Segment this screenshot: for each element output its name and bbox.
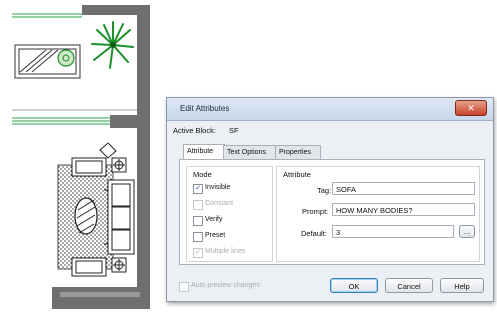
ok-button[interactable]: OK: [330, 278, 378, 293]
prompt-input[interactable]: HOW MANY BODIES?: [332, 203, 475, 216]
tab-properties[interactable]: Properties: [275, 145, 321, 159]
sofa-icon: [104, 179, 135, 255]
close-icon: ✕: [467, 103, 475, 113]
cancel-button[interactable]: Cancel: [385, 278, 433, 293]
active-block-label: Active Block:: [173, 126, 216, 135]
constant-label: Constant: [205, 200, 234, 207]
attribute-tab-panel: Mode ✓ Invisible Constant Verify Preset …: [179, 159, 485, 265]
default-label: Default:: [301, 229, 327, 238]
window-top: [12, 13, 82, 18]
lamp-icon: [57, 49, 75, 67]
active-block-value: SF: [229, 126, 239, 135]
verify-label: Verify: [205, 216, 223, 223]
close-button[interactable]: ✕: [455, 100, 487, 116]
auto-preview-label: Auto preview changes: [191, 282, 260, 289]
tab-text-options[interactable]: Text Options: [223, 145, 279, 159]
help-button[interactable]: Help: [440, 278, 484, 293]
edit-attributes-dialog: Edit Attributes ✕ Active Block: SF Attri…: [166, 97, 494, 302]
mode-group-title: Mode: [193, 170, 212, 179]
auto-preview-checkbox[interactable]: [179, 282, 189, 292]
invisible-label: Invisible: [205, 184, 231, 191]
multiple-lines-checkbox[interactable]: ✓: [193, 248, 203, 258]
tag-label: Tag:: [317, 186, 332, 195]
wall-bottom: [52, 287, 150, 309]
window-left: [12, 117, 110, 125]
title-bar[interactable]: Edit Attributes ✕: [167, 98, 493, 121]
tag-input[interactable]: SOFA: [332, 182, 475, 195]
tab-attribute[interactable]: Attribute: [183, 144, 225, 160]
wall-bottom-inner: [60, 292, 140, 297]
insert-field-button[interactable]: ...: [459, 225, 475, 238]
mode-group: Mode ✓ Invisible Constant Verify Preset …: [186, 166, 273, 262]
wall-mid: [110, 115, 140, 128]
wall-right: [137, 5, 150, 287]
preset-checkbox[interactable]: [193, 232, 203, 242]
multiple-lines-label: Multiple lines: [205, 248, 246, 255]
coffee-table-icon: [74, 197, 98, 235]
default-input[interactable]: 3: [332, 225, 454, 238]
attribute-group: Attribute Tag: SOFA Prompt: HOW MANY BOD…: [276, 166, 480, 262]
verify-checkbox[interactable]: [193, 216, 203, 226]
invisible-checkbox[interactable]: ✓: [193, 184, 203, 194]
prompt-label: Prompt:: [302, 207, 329, 216]
attribute-group-title: Attribute: [283, 170, 311, 179]
preset-label: Preset: [205, 232, 226, 239]
dialog-title: Edit Attributes: [180, 104, 230, 113]
constant-checkbox[interactable]: [193, 200, 203, 210]
